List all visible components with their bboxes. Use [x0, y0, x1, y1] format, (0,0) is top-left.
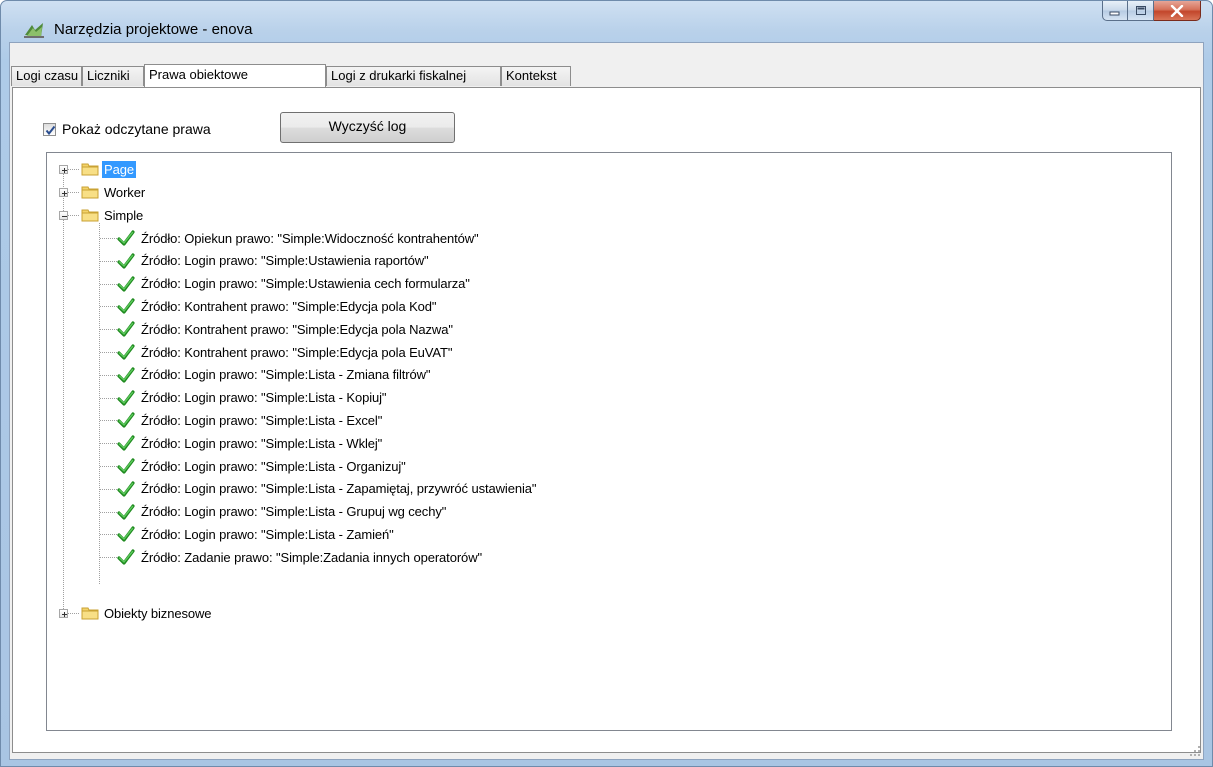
folder-icon	[81, 607, 99, 620]
tree-item-right[interactable]: Źródło: Kontrahent prawo: "Simple:Edycja…	[117, 341, 454, 363]
expand-worker-toggle[interactable]	[59, 188, 68, 197]
tree-item-right[interactable]: Źródło: Login prawo: "Simple:Lista - Exc…	[117, 409, 384, 431]
tab-label: Logi czasu	[16, 68, 79, 83]
tree-item-label: Źródło: Login prawo: "Simple:Lista - Wkl…	[141, 435, 383, 451]
tab-prawa-obiektowe[interactable]: Prawa obiektowe	[144, 64, 326, 87]
show-read-rights-option[interactable]: Pokaż odczytane prawa	[43, 121, 211, 137]
tree-item-label: Źródło: Kontrahent prawo: "Simple:Edycja…	[141, 321, 453, 337]
clear-log-button[interactable]: Wyczyść log	[280, 112, 455, 143]
tree-item-right[interactable]: Źródło: Opiekun prawo: "Simple:Widocznoś…	[117, 227, 481, 249]
tree-item-label: Źródło: Login prawo: "Simple:Lista - Zmi…	[141, 367, 431, 383]
tree-item-label: Źródło: Login prawo: "Simple:Lista - Org…	[141, 458, 406, 474]
folder-icon	[81, 163, 99, 176]
tree-item-label: Źródło: Login prawo: "Simple:Ustawienia …	[141, 253, 429, 269]
green-check-icon	[117, 481, 135, 497]
green-check-icon	[117, 344, 135, 360]
tree-item-label: Źródło: Opiekun prawo: "Simple:Widocznoś…	[141, 230, 479, 246]
maximize-icon	[1135, 6, 1146, 15]
tree-folder-label: Obiekty biznesowe	[104, 605, 212, 621]
tab-liczniki[interactable]: Liczniki	[82, 66, 144, 86]
tree-item-right[interactable]: Źródło: Login prawo: "Simple:Lista - Org…	[117, 455, 408, 477]
tree-item-label: Źródło: Login prawo: "Simple:Lista - Zam…	[141, 526, 394, 542]
tree-item-label: Źródło: Zadanie prawo: "Simple:Zadania i…	[141, 549, 482, 565]
plus-icon	[62, 168, 67, 173]
tree-item-label: Źródło: Kontrahent prawo: "Simple:Edycja…	[141, 298, 437, 314]
tree-item-label: Źródło: Kontrahent prawo: "Simple:Edycja…	[141, 344, 453, 360]
app-icon	[24, 23, 44, 38]
tree-item-label: Źródło: Login prawo: "Simple:Lista - Kop…	[141, 390, 387, 406]
green-check-icon	[117, 367, 135, 383]
tree-item-label: Źródło: Login prawo: "Simple:Lista - Zap…	[141, 481, 537, 497]
tree-folder-obiekty-biznesowe[interactable]: Obiekty biznesowe	[81, 602, 213, 624]
minimize-button[interactable]	[1102, 1, 1128, 21]
rights-tree[interactable]: Page Worker Simple Źródło: Opiekun prawo…	[46, 152, 1172, 731]
green-check-icon	[117, 503, 135, 520]
green-check-icon	[117, 253, 135, 269]
tab-logi-czasu[interactable]: Logi czasu	[11, 66, 82, 86]
caption-buttons	[1102, 1, 1201, 22]
collapse-simple-toggle[interactable]	[59, 211, 68, 220]
checkmark-icon	[45, 125, 56, 135]
show-read-rights-checkbox[interactable]	[43, 122, 56, 136]
tree-item-right[interactable]: Źródło: Kontrahent prawo: "Simple:Edycja…	[117, 295, 438, 317]
show-read-rights-label: Pokaż odczytane prawa	[62, 121, 211, 137]
tree-folder-simple[interactable]: Simple	[81, 204, 145, 226]
expand-page-toggle[interactable]	[59, 165, 68, 174]
tree-item-label: Źródło: Login prawo: "Simple:Lista - Gru…	[141, 504, 447, 520]
maximize-button[interactable]	[1128, 1, 1154, 21]
tree-item-right[interactable]: Źródło: Kontrahent prawo: "Simple:Edycja…	[117, 318, 455, 340]
green-check-icon	[117, 412, 135, 428]
tab-logi-z-drukarki-fiskalnej[interactable]: Logi z drukarki fiskalnej	[326, 66, 501, 86]
tree-folder-label: Worker	[104, 184, 146, 200]
tree-item-right[interactable]: Źródło: Login prawo: "Simple:Lista - Gru…	[117, 501, 448, 523]
tab-label: Logi z drukarki fiskalnej	[331, 68, 467, 83]
tree-item-right[interactable]: Źródło: Login prawo: "Simple:Lista - Zmi…	[117, 364, 432, 386]
green-check-icon	[117, 275, 135, 292]
tree-item-right[interactable]: Źródło: Login prawo: "Simple:Ustawienia …	[117, 250, 431, 272]
green-check-icon	[117, 389, 135, 406]
app-window: Narzędzia projektowe - enova Logi czasu …	[0, 0, 1213, 767]
green-check-icon	[117, 321, 135, 337]
green-check-icon	[117, 458, 135, 474]
title-bar[interactable]: Narzędzia projektowe - enova	[1, 1, 1212, 41]
tree-folder-label: Page	[102, 160, 136, 178]
minimize-icon	[1109, 11, 1120, 15]
resize-grip-icon[interactable]	[1189, 745, 1201, 757]
green-check-icon	[117, 435, 135, 451]
tree-item-right[interactable]: Źródło: Zadanie prawo: "Simple:Zadania i…	[117, 546, 484, 568]
tree-item-right[interactable]: Źródło: Login prawo: "Simple:Lista - Kop…	[117, 387, 388, 409]
tab-kontekst[interactable]: Kontekst	[501, 66, 571, 86]
minus-icon	[62, 216, 67, 217]
green-check-icon	[117, 549, 135, 565]
green-check-icon	[117, 298, 135, 314]
window-title: Narzędzia projektowe - enova	[54, 21, 253, 38]
close-button[interactable]	[1154, 1, 1201, 21]
tree-folder-label: Simple	[104, 207, 144, 223]
tree-item-right[interactable]: Źródło: Login prawo: "Simple:Lista - Wkl…	[117, 432, 384, 454]
tab-label: Prawa obiektowe	[149, 67, 248, 82]
folder-icon	[81, 209, 99, 222]
tree-item-right[interactable]: Źródło: Login prawo: "Simple:Ustawienia …	[117, 273, 472, 295]
tree-item-label: Źródło: Login prawo: "Simple:Ustawienia …	[141, 276, 470, 292]
tree-folder-page[interactable]: Page	[81, 158, 136, 180]
tab-label: Kontekst	[506, 68, 557, 83]
tree-item-right[interactable]: Źródło: Login prawo: "Simple:Lista - Zap…	[117, 478, 538, 500]
folder-icon	[81, 186, 99, 199]
green-check-icon	[117, 526, 135, 542]
tab-label: Liczniki	[87, 68, 130, 83]
tree-item-label: Źródło: Login prawo: "Simple:Lista - Exc…	[141, 412, 383, 428]
plus-icon	[62, 612, 67, 617]
tree-item-right[interactable]: Źródło: Login prawo: "Simple:Lista - Zam…	[117, 523, 396, 545]
tree-folder-worker[interactable]: Worker	[81, 181, 147, 203]
green-check-icon	[117, 230, 135, 246]
close-icon	[1170, 4, 1184, 17]
plus-icon	[62, 191, 67, 196]
expand-obiekty-biznesowe-toggle[interactable]	[59, 609, 68, 618]
